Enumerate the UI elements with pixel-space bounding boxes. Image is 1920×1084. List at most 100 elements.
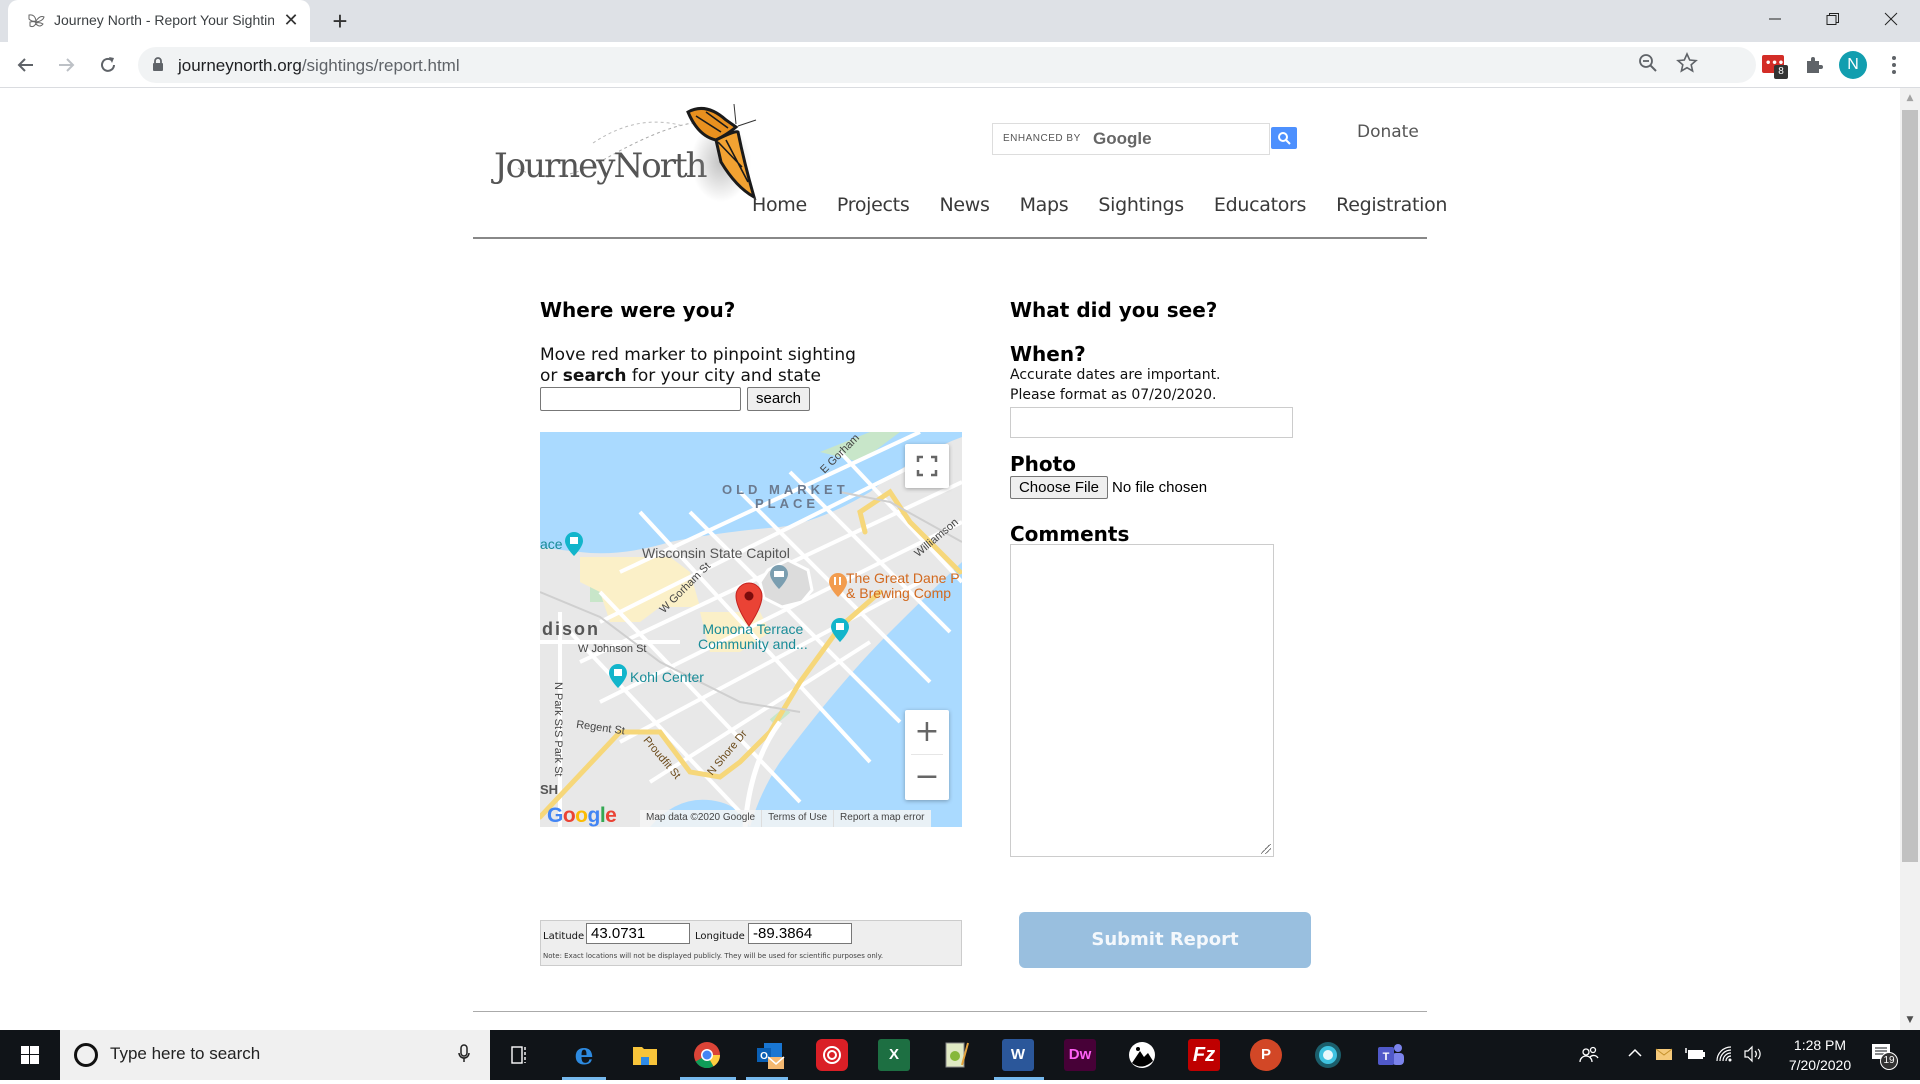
submit-report-button[interactable]: Submit Report <box>1019 912 1311 968</box>
location-heading: Where were you? <box>540 298 736 322</box>
monarch-butterfly-icon <box>686 103 757 202</box>
windows-logo-icon <box>21 1046 39 1064</box>
reload-button[interactable] <box>92 49 124 81</box>
red-location-marker[interactable] <box>734 582 764 628</box>
sighting-date-input[interactable] <box>1010 407 1293 438</box>
nav-news[interactable]: News <box>939 194 989 216</box>
close-window-button[interactable] <box>1868 4 1914 36</box>
date-note-2: Please format as 07/20/2020. <box>1010 387 1217 403</box>
tab-close-icon[interactable]: ✕ <box>281 9 301 31</box>
wifi-icon[interactable] <box>1714 1044 1736 1068</box>
chrome-menu-icon[interactable] <box>1880 51 1908 79</box>
clock-date: 7/20/2020 <box>1788 1057 1852 1073</box>
people-icon[interactable] <box>1578 1044 1600 1070</box>
map-label-johnson: W Johnson St <box>578 643 647 655</box>
terms-of-use-link[interactable]: Terms of Use <box>761 810 833 827</box>
location-search-input[interactable] <box>540 387 741 411</box>
start-button[interactable] <box>0 1030 60 1080</box>
map-label-capitol: Wisconsin State Capitol <box>642 545 790 561</box>
donate-link[interactable]: Donate <box>1357 122 1419 142</box>
minimize-button[interactable] <box>1752 4 1798 36</box>
creative-cloud-icon[interactable] <box>816 1039 848 1071</box>
dreamweaver-icon[interactable]: Dw <box>1064 1039 1096 1071</box>
map-label-madison: dison <box>542 619 600 639</box>
monona-terrace-pin-icon[interactable] <box>830 618 850 644</box>
microphone-icon[interactable] <box>458 1044 470 1064</box>
mail-tray-icon[interactable] <box>1654 1044 1674 1068</box>
taskbar-search-box[interactable]: Type here to search <box>60 1030 490 1080</box>
word-icon[interactable]: W <box>1002 1039 1034 1071</box>
restore-button[interactable] <box>1810 4 1856 36</box>
map-zoom-in-button[interactable]: + <box>905 710 949 754</box>
camera-app-icon[interactable] <box>1312 1039 1344 1071</box>
choose-file-button[interactable]: Choose File <box>1010 476 1108 499</box>
inkscape-icon[interactable] <box>1126 1039 1158 1071</box>
lastpass-extension-icon[interactable]: ••• 8 <box>1760 51 1788 79</box>
chrome-icon[interactable] <box>691 1039 723 1071</box>
notepad-plus-plus-icon[interactable] <box>940 1039 972 1071</box>
scrollbar-thumb[interactable] <box>1902 110 1918 862</box>
map-label-s-park: S Park St <box>552 730 564 777</box>
location-instructions: Move red marker to pinpoint sighting or … <box>540 345 856 387</box>
nav-sightings[interactable]: Sightings <box>1098 194 1184 216</box>
edge-icon[interactable]: e <box>568 1039 600 1071</box>
excel-icon[interactable]: X <box>878 1039 910 1071</box>
google-logo: Google <box>547 804 617 827</box>
fullscreen-button[interactable] <box>905 444 949 488</box>
report-map-error-link[interactable]: Report a map error <box>833 810 930 827</box>
teams-icon[interactable]: T <box>1374 1039 1406 1071</box>
journey-north-logo[interactable]: JourneyNorth <box>494 103 774 208</box>
zoom-out-icon[interactable] <box>1638 53 1658 78</box>
address-bar[interactable]: journeynorth.org/sightings/report.html <box>138 47 1756 83</box>
file-explorer-icon[interactable] <box>629 1039 661 1071</box>
map-label-n-park: N Park St <box>552 682 564 730</box>
new-tab-button[interactable]: + <box>326 7 354 35</box>
map-zoom-out-button[interactable]: − <box>905 755 949 799</box>
restaurant-pin-icon[interactable] <box>828 573 848 599</box>
museum-pin-icon[interactable] <box>769 565 789 591</box>
kohl-center-pin-icon[interactable] <box>608 664 628 690</box>
location-search-button[interactable]: search <box>747 387 810 411</box>
site-search-button[interactable] <box>1271 127 1297 149</box>
scroll-up-arrow-icon[interactable]: ▲ <box>1900 90 1920 106</box>
forward-button[interactable] <box>50 49 82 81</box>
taskbar-clock[interactable]: 1:28 PM 7/20/2020 <box>1782 1035 1858 1075</box>
page-scrollbar[interactable]: ▲ ▼ <box>1900 88 1920 1030</box>
browser-toolbar: journeynorth.org/sightings/report.html •… <box>0 42 1920 88</box>
powerpoint-icon[interactable]: P <box>1250 1039 1282 1071</box>
map-label-ace: ace <box>540 536 563 552</box>
sighting-map[interactable]: OLD MARKET PLACE Wisconsin State Capitol… <box>540 432 962 827</box>
outlook-icon[interactable]: O <box>754 1039 786 1071</box>
scroll-down-arrow-icon[interactable]: ▼ <box>1900 1012 1920 1028</box>
longitude-input[interactable] <box>748 923 852 944</box>
instruction-line-2: or search for your city and state <box>540 366 821 386</box>
comments-textarea[interactable] <box>1010 544 1274 857</box>
extensions-puzzle-icon[interactable] <box>1800 51 1828 79</box>
battery-icon[interactable] <box>1684 1044 1706 1068</box>
footer-divider <box>473 1011 1427 1012</box>
volume-icon[interactable] <box>1742 1044 1764 1068</box>
task-view-icon[interactable] <box>503 1039 535 1071</box>
sighting-heading: What did you see? <box>1010 298 1218 322</box>
poi-pin-icon[interactable] <box>564 532 584 558</box>
nav-maps[interactable]: Maps <box>1020 194 1069 216</box>
filezilla-icon[interactable]: Fz <box>1188 1039 1220 1071</box>
nav-registration[interactable]: Registration <box>1336 194 1447 216</box>
latitude-input[interactable] <box>586 923 690 944</box>
resize-grip-icon[interactable] <box>1261 844 1271 854</box>
show-hidden-icons-chevron-icon[interactable] <box>1626 1042 1644 1068</box>
search-icon <box>1278 132 1291 145</box>
back-button[interactable] <box>10 49 42 81</box>
nav-projects[interactable]: Projects <box>837 194 910 216</box>
nav-educators[interactable]: Educators <box>1214 194 1307 216</box>
butterfly-favicon-icon <box>26 12 46 30</box>
nav-home[interactable]: Home <box>752 194 807 216</box>
site-search-input[interactable]: ENHANCED BY Google <box>992 123 1270 155</box>
profile-avatar[interactable]: N <box>1839 51 1867 79</box>
action-center-button[interactable]: 19 <box>1870 1042 1898 1070</box>
cortana-icon <box>74 1043 98 1067</box>
bookmark-star-icon[interactable] <box>1676 52 1698 79</box>
map-label-old-market: OLD MARKET <box>722 482 849 497</box>
browser-tab-active[interactable]: Journey North - Report Your Sighting ✕ <box>8 0 310 42</box>
zoom-controls: + − <box>905 710 949 800</box>
